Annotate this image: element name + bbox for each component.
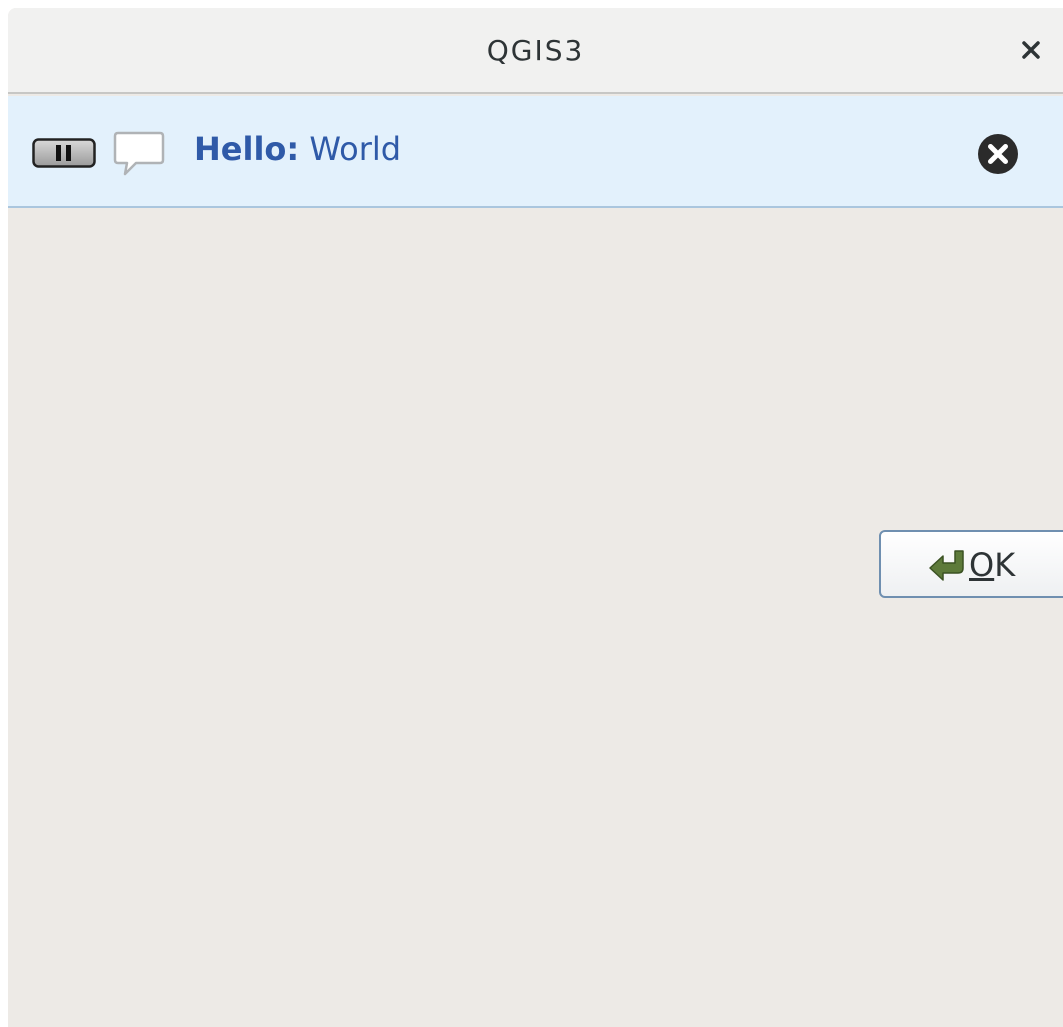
- window-title: QGIS3: [486, 34, 585, 67]
- pause-timer-button[interactable]: [32, 138, 96, 168]
- ok-mnemonic: O: [969, 546, 995, 584]
- ok-button-label: OK: [969, 546, 1015, 584]
- close-icon: [1022, 41, 1040, 59]
- speech-bubble-icon: [113, 131, 165, 176]
- title-bar: QGIS3: [8, 8, 1063, 94]
- message-title: Hello:: [194, 130, 300, 168]
- dismiss-message-button[interactable]: [976, 132, 1020, 176]
- pause-icon: [32, 138, 96, 168]
- close-window-button[interactable]: [1013, 32, 1049, 68]
- message-text: Hello: World: [194, 130, 401, 168]
- ok-button[interactable]: OK: [879, 530, 1063, 598]
- message-body: World: [309, 130, 402, 168]
- return-arrow-icon: [929, 550, 964, 581]
- close-circle-icon: [978, 134, 1018, 174]
- message-bar: Hello: World: [8, 96, 1063, 208]
- ok-label-rest: K: [994, 546, 1016, 584]
- qgis-dialog-window: QGIS3 Hello: World OK: [8, 8, 1063, 1027]
